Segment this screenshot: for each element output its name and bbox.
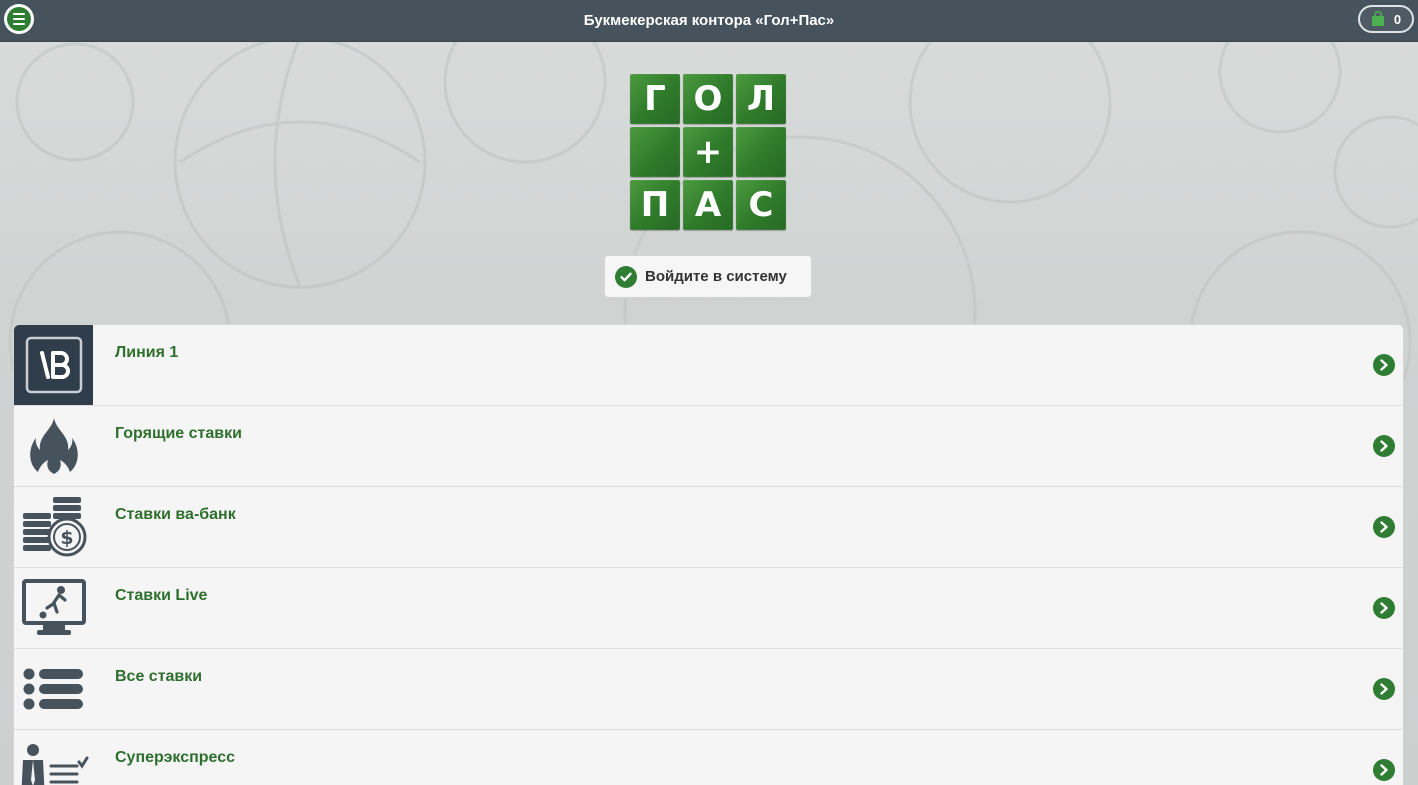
fire-icon <box>14 406 93 486</box>
monitor-player-icon <box>14 568 93 648</box>
coins-dollar-icon: $ <box>14 487 93 567</box>
menu-item-line-1[interactable]: Линия 1 <box>14 325 1403 406</box>
logo-tile: О <box>683 74 733 124</box>
menu-item-all-in-bets[interactable]: $ Ставки ва-банк <box>14 487 1403 568</box>
menu-item-label: Линия 1 <box>115 344 179 361</box>
list-icon <box>14 649 93 729</box>
chevron-right-icon <box>1373 354 1395 376</box>
check-circle-icon <box>615 265 637 288</box>
line-b-icon <box>14 325 93 405</box>
bet-slip-button[interactable]: 0 <box>1358 5 1414 33</box>
logo-tile <box>736 127 786 177</box>
menu-item-label: Горящие ставки <box>115 425 242 442</box>
menu-item-label: Суперэкспресс <box>115 749 236 766</box>
chevron-right-icon <box>1373 678 1395 700</box>
top-bar: Букмекерская контора «Гол+Пас» 0 <box>0 0 1418 42</box>
chevron-right-icon <box>1373 597 1395 619</box>
menu-item-hot-bets[interactable]: Горящие ставки <box>14 406 1403 487</box>
logo-tile <box>630 127 680 177</box>
bet-menu-list: Линия 1 Горящие ставки $ Ставки ва-банк … <box>13 324 1404 785</box>
menu-item-superexpress[interactable]: Суперэкспресс <box>14 730 1403 785</box>
logo-tile: + <box>683 127 733 177</box>
logo-tile: Л <box>736 74 786 124</box>
menu-item-all-bets[interactable]: Все ставки <box>14 649 1403 730</box>
bet-slip-count: 0 <box>1393 11 1402 27</box>
chevron-right-icon <box>1373 516 1395 538</box>
menu-item-live-bets[interactable]: Ставки Live <box>14 568 1403 649</box>
menu-item-label: Ставки ва-банк <box>115 506 236 523</box>
logo: Г О Л + П А С <box>630 74 788 232</box>
logo-tile: Г <box>630 74 680 124</box>
logo-tile: С <box>736 180 786 230</box>
logo-tile: А <box>683 180 733 230</box>
chevron-right-icon <box>1373 435 1395 457</box>
logo-tile: П <box>630 180 680 230</box>
person-checklist-icon <box>14 730 93 785</box>
login-label: Войдите в систему <box>645 268 787 285</box>
menu-item-label: Ставки Live <box>115 587 208 604</box>
chevron-right-icon <box>1373 759 1395 781</box>
shopping-bag-icon <box>1371 11 1384 26</box>
menu-item-label: Все ставки <box>115 668 203 685</box>
login-button[interactable]: Войдите в систему <box>604 255 812 298</box>
page-title: Букмекерская контора «Гол+Пас» <box>583 12 835 29</box>
svg-text:$: $ <box>60 527 73 549</box>
